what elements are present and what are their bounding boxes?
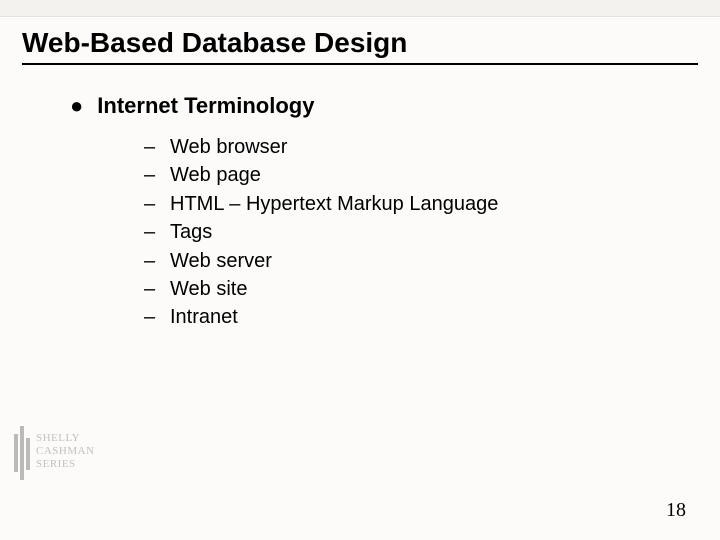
list-item-text: Tags [170,218,212,246]
logo-bar-icon [14,434,18,472]
list-item-text: Web browser [170,133,287,161]
brand-logo: SHELLY CASHMAN SERIES [14,426,78,484]
brand-line: CASHMAN [36,445,95,458]
dash-icon: – [144,218,170,246]
list-item: – Web site [144,275,720,303]
list-item-text: Intranet [170,303,238,331]
list-item: – Intranet [144,303,720,331]
dash-icon: – [144,303,170,331]
title-rule [22,63,698,65]
main-bullet-text: Internet Terminology [97,93,314,119]
dash-icon: – [144,190,170,218]
list-item-text: HTML – Hypertext Markup Language [170,190,498,218]
list-item-text: Web server [170,247,272,275]
list-item: – Tags [144,218,720,246]
list-item-text: Web page [170,161,261,189]
logo-bar-icon [26,438,30,470]
dash-icon: – [144,247,170,275]
main-bullet: ● Internet Terminology [70,93,720,119]
dash-icon: – [144,133,170,161]
brand-line: SHELLY [36,432,95,445]
dash-icon: – [144,161,170,189]
content-area: ● Internet Terminology – Web browser – W… [70,93,720,332]
sub-list: – Web browser – Web page – HTML – Hypert… [144,133,720,332]
list-item: – Web server [144,247,720,275]
logo-bar-icon [20,426,24,480]
list-item: – HTML – Hypertext Markup Language [144,190,720,218]
page-number: 18 [666,499,686,522]
brand-text: SHELLY CASHMAN SERIES [36,432,95,472]
slide-title: Web-Based Database Design [22,27,720,59]
top-band [0,0,720,17]
dash-icon: – [144,275,170,303]
brand-line: SERIES [36,458,95,471]
bullet-dot-icon: ● [70,95,83,117]
list-item: – Web page [144,161,720,189]
list-item-text: Web site [170,275,247,303]
list-item: – Web browser [144,133,720,161]
